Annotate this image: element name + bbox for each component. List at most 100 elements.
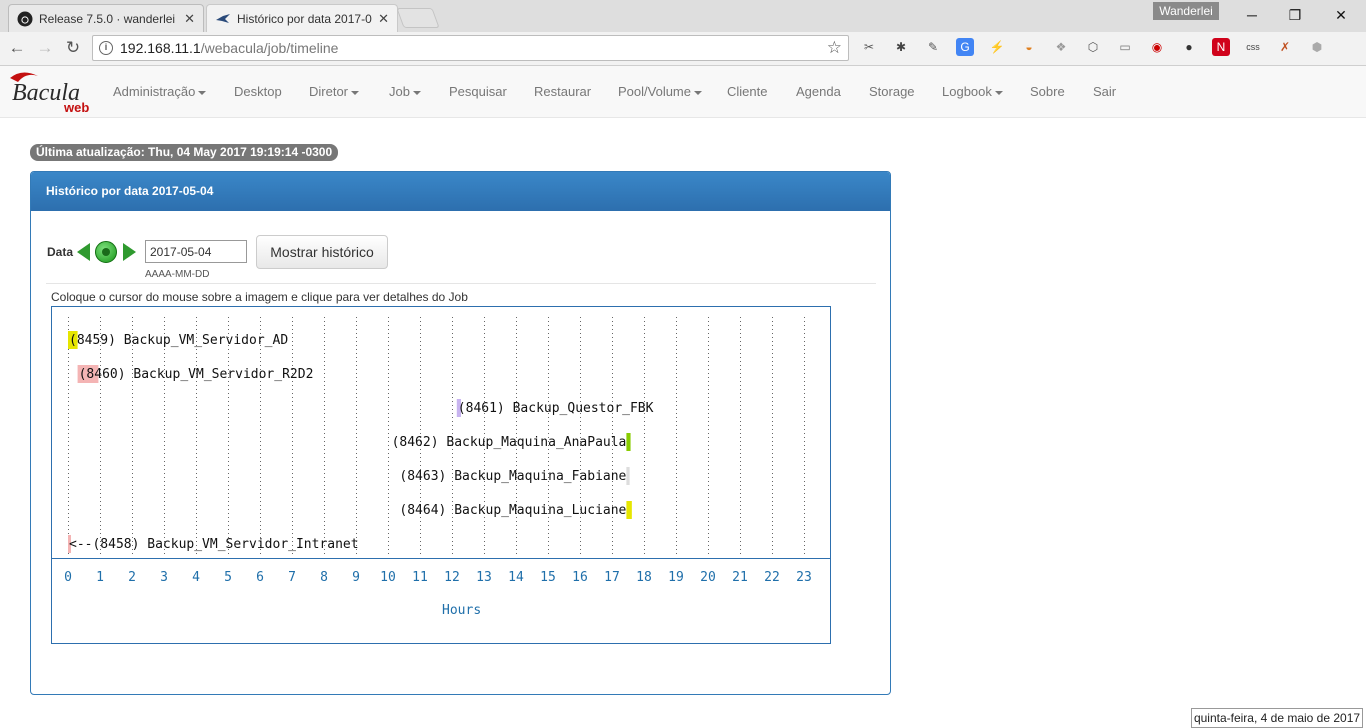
- tab-release[interactable]: Release 7.5.0 · wanderlei ✕: [8, 4, 204, 32]
- nav-label: Diretor: [309, 84, 349, 99]
- nav-agenda[interactable]: Agenda: [796, 84, 841, 99]
- eyedropper-icon[interactable]: ✎: [924, 38, 942, 56]
- nav-label: Sobre: [1030, 84, 1065, 99]
- window-icon[interactable]: ▭: [1116, 38, 1134, 56]
- hour-tick-label: 19: [668, 570, 684, 585]
- back-icon[interactable]: ←: [6, 37, 28, 59]
- logo-sub: web: [63, 100, 89, 114]
- hour-tick-label: 13: [476, 570, 492, 585]
- nav-job[interactable]: Job: [389, 84, 421, 99]
- github-icon: [17, 11, 33, 27]
- lastpass-icon[interactable]: ◉: [1148, 38, 1166, 56]
- nav-pesquisar[interactable]: Pesquisar: [449, 84, 507, 99]
- job-label[interactable]: (8461) Backup_Questor_FBK: [458, 401, 654, 416]
- tab-title: Histórico por data 2017-0: [237, 11, 372, 26]
- info-icon[interactable]: i: [99, 41, 113, 55]
- x-axis-label: Hours: [442, 603, 481, 618]
- panel-heading: Histórico por data 2017-05-04: [31, 172, 890, 211]
- lightning-icon[interactable]: ⚡: [988, 38, 1006, 56]
- last-update-badge: Última atualização: Thu, 04 May 2017 19:…: [30, 144, 339, 161]
- job-bar[interactable]: [626, 467, 630, 485]
- timeline-chart[interactable]: 0 1 2 3 4 5 6 7 8 9 10 11 12 13 14 15 16 17 18 19 20 21 22 23 Ho…: [51, 306, 831, 644]
- bacula-bird-icon: [215, 11, 231, 27]
- nav-pool-volume[interactable]: Pool/Volume: [618, 84, 702, 99]
- cube-icon[interactable]: ⬢: [1308, 38, 1326, 56]
- bug-icon[interactable]: ✱: [892, 38, 910, 56]
- reload-icon[interactable]: ↻: [62, 37, 84, 59]
- job-label[interactable]: (8464) Backup_Maquina_Luciane: [399, 503, 626, 518]
- translate-icon[interactable]: G: [956, 38, 974, 56]
- show-history-button[interactable]: Mostrar histórico: [256, 235, 388, 269]
- hour-tick-label: 9: [352, 570, 360, 585]
- job-label[interactable]: <--(8458) Backup_VM_Servidor_Intranet: [69, 537, 359, 552]
- hour-tick-label: 15: [540, 570, 556, 585]
- nav-administra-o[interactable]: Administração: [113, 84, 207, 99]
- nav-label: Agenda: [796, 84, 841, 99]
- hour-tick-label: 18: [636, 570, 652, 585]
- bacula-web-logo[interactable]: Bacula web: [6, 70, 96, 115]
- tools-icon[interactable]: ✗: [1276, 38, 1294, 56]
- nav-storage[interactable]: Storage: [869, 84, 915, 99]
- hour-tick-label: 17: [604, 570, 620, 585]
- nav-cliente[interactable]: Cliente: [727, 84, 767, 99]
- caret-down-icon: [198, 90, 207, 95]
- minimize-icon[interactable]: ─: [1229, 0, 1275, 30]
- hour-tick-label: 2: [128, 570, 136, 585]
- job-label[interactable]: (8463) Backup_Maquina_Fabiane: [399, 469, 626, 484]
- hour-tick-label: 7: [288, 570, 296, 585]
- job-label[interactable]: (8462) Backup_Maquina_AnaPaula: [392, 435, 627, 450]
- job-bar[interactable]: [626, 433, 631, 451]
- hour-tick-label: 0: [64, 570, 72, 585]
- nav-sair[interactable]: Sair: [1093, 84, 1116, 99]
- n-icon[interactable]: N: [1212, 38, 1230, 56]
- css-icon[interactable]: css: [1244, 38, 1262, 56]
- url-path: /webacula/job/timeline: [200, 40, 339, 56]
- hour-tick-label: 14: [508, 570, 524, 585]
- panel-title: Histórico por data 2017-05-04: [46, 184, 214, 198]
- caret-down-icon: [994, 90, 1003, 95]
- hour-tick-label: 23: [796, 570, 812, 585]
- nav-sobre[interactable]: Sobre: [1030, 84, 1065, 99]
- bulb-icon[interactable]: ●: [1180, 38, 1198, 56]
- nav-logbook[interactable]: Logbook: [942, 84, 1003, 99]
- tab-title: Release 7.5.0 · wanderlei: [39, 11, 176, 26]
- previous-day-icon[interactable]: [77, 243, 90, 261]
- instruction-text: Coloque o cursor do mouse sobre a imagem…: [51, 290, 468, 304]
- nav-diretor[interactable]: Diretor: [309, 84, 360, 99]
- timeline-svg: 0 1 2 3 4 5 6 7 8 9 10 11 12 13 14 15 16 17 18 19 20 21 22 23Ho…: [52, 317, 830, 618]
- bowl-icon[interactable]: ◒: [1020, 38, 1038, 56]
- close-icon[interactable]: ✕: [378, 11, 389, 27]
- nav-label: Logbook: [942, 84, 992, 99]
- address-bar[interactable]: i 192.168.11.1/webacula/job/timeline ☆: [92, 35, 849, 61]
- new-tab-button[interactable]: [396, 8, 440, 28]
- hour-tick-label: 20: [700, 570, 716, 585]
- hexagon-icon[interactable]: ⬡: [1084, 38, 1102, 56]
- hour-tick-label: 10: [380, 570, 396, 585]
- dropbox-icon[interactable]: ❖: [1052, 38, 1070, 56]
- job-label[interactable]: (8459) Backup_VM_Servidor_AD: [69, 333, 288, 348]
- next-day-icon[interactable]: [123, 243, 136, 261]
- forward-icon[interactable]: →: [34, 37, 56, 59]
- hour-tick-label: 8: [320, 570, 328, 585]
- bookmark-star-icon[interactable]: ☆: [827, 38, 842, 58]
- pin-icon[interactable]: ✂: [860, 38, 878, 56]
- nav-desktop[interactable]: Desktop: [234, 84, 282, 99]
- hour-tick-label: 4: [192, 570, 200, 585]
- job-bar[interactable]: [626, 501, 632, 519]
- profile-button[interactable]: Wanderlei: [1153, 2, 1219, 20]
- date-input[interactable]: [145, 240, 247, 263]
- url-text[interactable]: 192.168.11.1/webacula/job/timeline: [120, 40, 338, 56]
- close-icon[interactable]: ✕: [184, 11, 195, 27]
- browser-toolbar: ← → ↻ i 192.168.11.1/webacula/job/timeli…: [0, 32, 1366, 92]
- close-window-icon[interactable]: ✕: [1318, 0, 1364, 30]
- nav-restaurar[interactable]: Restaurar: [534, 84, 591, 99]
- job-label[interactable]: (8460) Backup_VM_Servidor_R2D2: [79, 367, 314, 382]
- restore-icon[interactable]: ❐: [1272, 0, 1318, 30]
- os-date-tooltip: quinta-feira, 4 de maio de 2017: [1191, 708, 1363, 728]
- hour-tick-label: 5: [224, 570, 232, 585]
- nav-label: Pool/Volume: [618, 84, 691, 99]
- nav-label: Job: [389, 84, 410, 99]
- nav-label: Sair: [1093, 84, 1117, 99]
- tab-timeline[interactable]: Histórico por data 2017-0 ✕: [206, 4, 398, 32]
- today-button[interactable]: [95, 241, 117, 263]
